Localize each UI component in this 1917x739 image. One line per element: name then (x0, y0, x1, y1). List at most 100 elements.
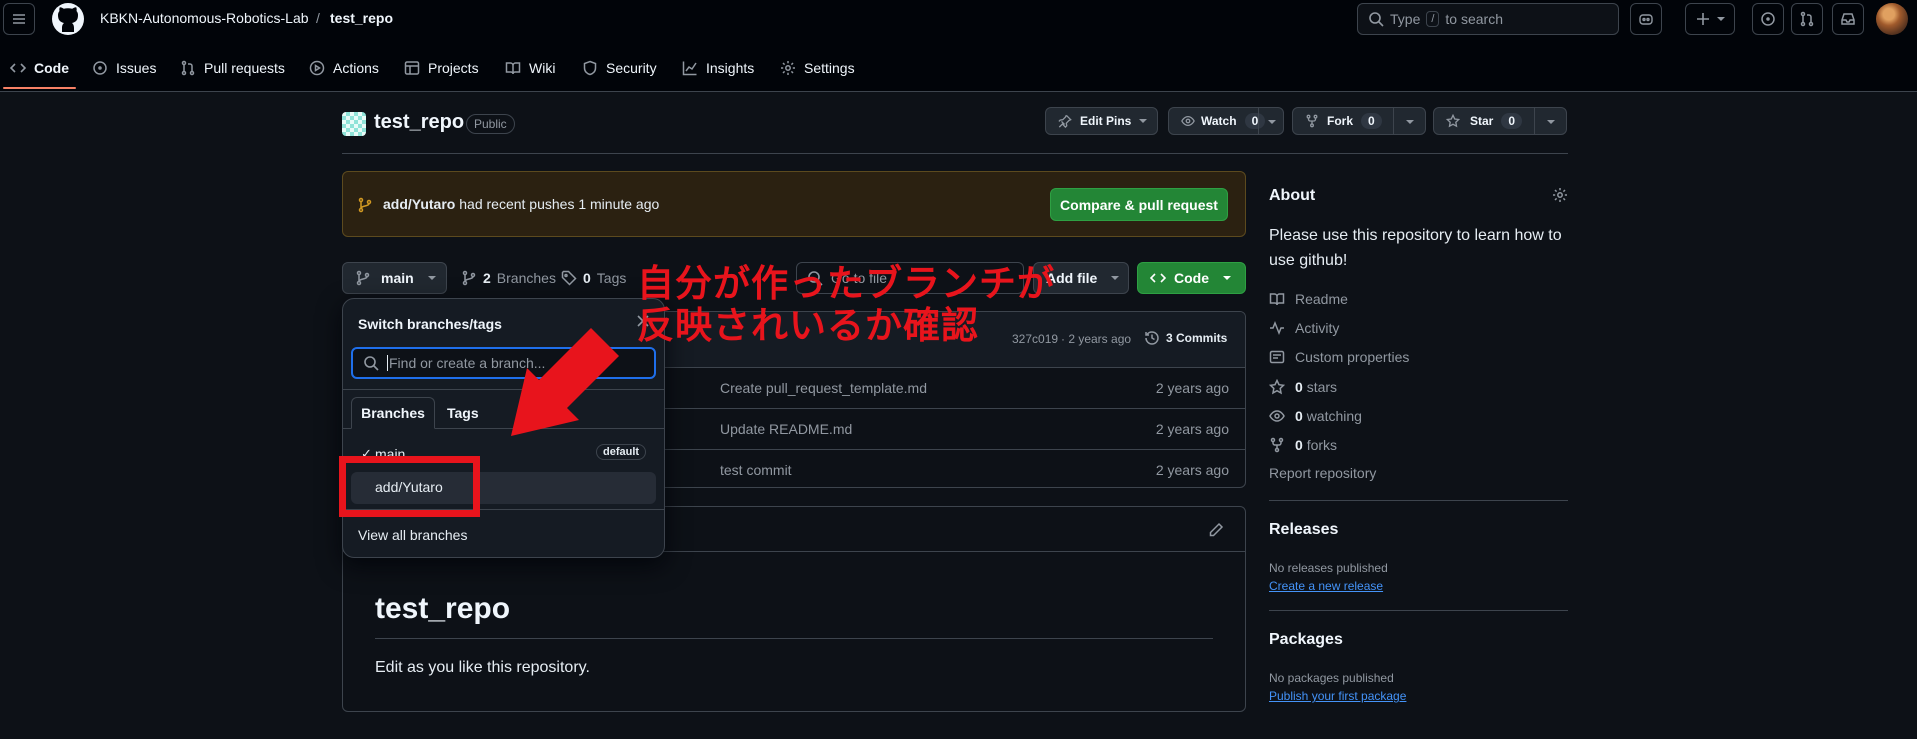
tab-issues[interactable]: Issues (92, 52, 156, 84)
view-all-branches-link[interactable]: View all branches (358, 527, 467, 543)
commit-message[interactable]: Create pull_request_template.md (720, 380, 927, 396)
edit-pins-label: Edit Pins (1080, 114, 1132, 128)
no-packages-text: No packages published (1269, 671, 1394, 685)
branches-link[interactable]: 2 Branches (461, 270, 556, 286)
tab-issues-label: Issues (116, 60, 157, 76)
commit-hash[interactable]: 327c019 (1012, 332, 1058, 346)
tab-settings-label: Settings (804, 60, 855, 76)
create-release-link[interactable]: Create a new release (1269, 579, 1383, 593)
publish-package-link[interactable]: Publish your first package (1269, 689, 1406, 703)
breadcrumb-repo[interactable]: test_repo (330, 10, 393, 26)
gear-icon (781, 61, 795, 75)
breadcrumb-separator: / (316, 10, 320, 26)
fork-count: 0 (1361, 113, 1382, 129)
commit-message[interactable]: Update README.md (720, 421, 852, 437)
releases-title: Releases (1269, 521, 1339, 538)
pull-request-icon (1800, 11, 1814, 27)
menu-button[interactable] (3, 3, 35, 35)
watching-text: 0 watching (1295, 408, 1362, 424)
pull-request-icon (181, 60, 195, 76)
tags-link[interactable]: 0 Tags (561, 270, 626, 286)
commits-link[interactable]: 3 Commits (1144, 330, 1227, 346)
star-icon (1446, 114, 1460, 128)
about-description: Please use this repository to learn how … (1269, 227, 1562, 269)
readme-heading: test_repo (375, 592, 511, 625)
tab-security-label: Security (606, 60, 657, 76)
tab-settings[interactable]: Settings (780, 52, 855, 84)
watch-count: 0 (1244, 113, 1266, 129)
code-icon (1150, 273, 1166, 283)
commit-age: · 2 years ago (1061, 332, 1132, 346)
readme-link[interactable]: Readme (1269, 289, 1348, 309)
eye-icon (1181, 115, 1195, 127)
book-icon (505, 62, 521, 75)
copilot-icon (1639, 14, 1653, 25)
compare-pull-request-button[interactable]: Compare & pull request (1050, 188, 1228, 221)
star-count: 0 (1501, 113, 1523, 129)
default-badge: default (596, 444, 647, 460)
caret-down-icon (1717, 17, 1725, 21)
create-new-button[interactable] (1685, 3, 1735, 35)
gear-icon[interactable] (1552, 187, 1568, 203)
copilot-button[interactable] (1630, 3, 1662, 35)
sidebar-divider (1269, 610, 1568, 611)
tab-pull-requests[interactable]: Pull requests (180, 52, 285, 84)
about-title: About (1269, 187, 1316, 204)
tab-wiki[interactable]: Wiki (505, 52, 555, 84)
code-button-label: Code (1174, 270, 1209, 286)
custom-properties-link[interactable]: Custom properties (1269, 347, 1409, 367)
table-icon (404, 61, 420, 75)
report-repository-link[interactable]: Report repository (1269, 465, 1376, 481)
tags-count: 0 (583, 270, 591, 286)
issues-button[interactable] (1752, 3, 1784, 35)
commit-message[interactable]: test commit (720, 462, 792, 478)
user-avatar[interactable] (1876, 3, 1908, 35)
watching-link[interactable]: 0 watching (1269, 406, 1362, 426)
annotation-arrow (511, 328, 619, 436)
current-branch-label: main (381, 270, 414, 286)
tab-wiki-label: Wiki (529, 60, 556, 76)
tab-branches[interactable]: Branches (351, 397, 435, 429)
button-divider (1393, 108, 1394, 134)
tab-pull-requests-label: Pull requests (204, 60, 285, 76)
inbox-button[interactable] (1832, 3, 1864, 35)
book-icon (1269, 293, 1285, 306)
watch-button[interactable]: Watch 0 (1168, 107, 1284, 135)
branches-count: 2 (483, 270, 491, 286)
star-icon (1269, 379, 1285, 395)
plus-icon (1697, 13, 1709, 25)
tab-actions[interactable]: Actions (309, 52, 379, 84)
tab-tags[interactable]: Tags (447, 405, 479, 421)
github-logo[interactable] (52, 3, 84, 35)
tab-security[interactable]: Security (582, 52, 657, 84)
tab-code[interactable]: Code (10, 52, 69, 84)
fork-button[interactable]: Fork 0 (1292, 107, 1426, 135)
watching-label: watching (1306, 408, 1362, 424)
tab-projects[interactable]: Projects (404, 52, 479, 84)
caret-down-icon (1406, 120, 1414, 124)
star-button[interactable]: Star 0 (1433, 107, 1567, 135)
code-button[interactable]: Code (1137, 262, 1246, 294)
search-placeholder-post: to search (1445, 11, 1504, 27)
play-icon (309, 60, 325, 76)
branch-select-button[interactable]: main (342, 262, 447, 294)
readme-heading-rule (375, 638, 1213, 639)
stars-label: stars (1306, 379, 1338, 395)
repo-title[interactable]: test_repo (374, 111, 464, 134)
breadcrumb-org[interactable]: KBKN-Autonomous-Robotics-Lab (100, 10, 309, 26)
edit-pins-button[interactable]: Edit Pins (1045, 107, 1158, 135)
search-shortcut-key: / (1426, 11, 1440, 27)
activity-link[interactable]: Activity (1269, 318, 1339, 338)
forks-link[interactable]: 0 forks (1269, 435, 1337, 455)
forks-count: 0 (1295, 437, 1303, 453)
tab-insights[interactable]: Insights (682, 52, 754, 84)
pull-requests-button[interactable] (1791, 3, 1823, 35)
inbox-icon (1841, 13, 1855, 25)
branch-icon (356, 270, 370, 286)
stars-link[interactable]: 0 stars (1269, 377, 1337, 397)
banner-message: add/Yutaro had recent pushes 1 minute ag… (383, 196, 659, 212)
tab-projects-label: Projects (428, 60, 479, 76)
pencil-icon[interactable] (1208, 522, 1224, 538)
octocat-icon (58, 7, 78, 32)
search-input[interactable]: Type / to search (1357, 3, 1619, 35)
